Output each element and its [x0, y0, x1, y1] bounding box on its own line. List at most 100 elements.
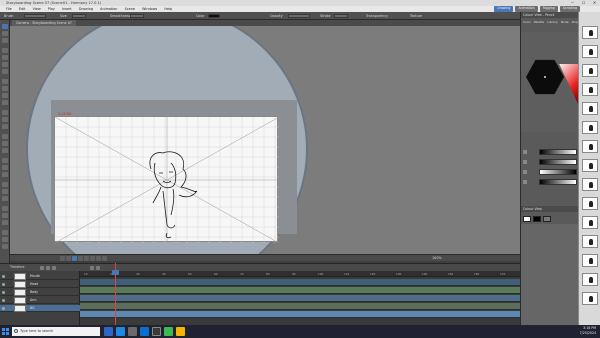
- tab-color[interactable]: Color: [523, 20, 531, 25]
- panel-thumbnail[interactable]: [582, 26, 598, 39]
- panel-thumbnail[interactable]: [582, 292, 598, 305]
- track-body[interactable]: [80, 295, 520, 302]
- chrome-icon[interactable]: [164, 327, 173, 336]
- file-explorer-icon[interactable]: [104, 327, 113, 336]
- playhead-handle[interactable]: [112, 270, 119, 275]
- track-bg[interactable]: [80, 311, 520, 318]
- mail-icon[interactable]: [140, 327, 149, 336]
- visibility-icon[interactable]: [2, 291, 5, 294]
- sound-icon[interactable]: [96, 256, 101, 261]
- swatch-white[interactable]: [523, 216, 531, 222]
- channel-gradient[interactable]: [539, 149, 577, 155]
- stroke-field[interactable]: [334, 14, 348, 18]
- green-channel-row[interactable]: [523, 158, 577, 166]
- first-frame-icon[interactable]: [60, 256, 65, 261]
- tab-node[interactable]: Node: [561, 20, 569, 25]
- channel-gradient[interactable]: [539, 169, 577, 175]
- bone-tool-icon[interactable]: [2, 182, 8, 187]
- size-field[interactable]: [72, 14, 86, 18]
- onion-skin-icon[interactable]: [2, 230, 8, 235]
- text-tool-icon[interactable]: [2, 69, 8, 74]
- visibility-icon[interactable]: [2, 307, 5, 310]
- timeline-tracks[interactable]: [80, 277, 520, 326]
- select-tool-icon[interactable]: [2, 24, 8, 29]
- red-channel-row[interactable]: [523, 148, 577, 156]
- rotate-view-icon[interactable]: [2, 172, 8, 177]
- deform-tool-icon[interactable]: [2, 196, 8, 201]
- track-mouth[interactable]: [80, 279, 520, 286]
- alpha-channel-row[interactable]: [523, 178, 577, 186]
- panel-thumbnail[interactable]: [582, 121, 598, 134]
- brush-tool-icon[interactable]: [2, 48, 8, 53]
- layer-row-mouth[interactable]: Mouth: [0, 273, 80, 280]
- light-table-icon[interactable]: [2, 237, 8, 242]
- panel-thumbnail[interactable]: [582, 254, 598, 267]
- grid-toggle-icon[interactable]: [2, 244, 8, 249]
- camera-tool-icon[interactable]: [2, 206, 8, 211]
- layer-properties-icon[interactable]: [52, 266, 56, 270]
- previous-frame-icon[interactable]: [66, 256, 71, 261]
- ik-tool-icon[interactable]: [2, 189, 8, 194]
- last-frame-icon[interactable]: [84, 256, 89, 261]
- morph-tool-icon[interactable]: [2, 148, 8, 153]
- swatch-gray[interactable]: [543, 216, 551, 222]
- opacity-field[interactable]: [288, 14, 310, 18]
- layer-row-head[interactable]: Head: [0, 281, 80, 288]
- panel-thumbnail[interactable]: [582, 45, 598, 58]
- smoothness-field[interactable]: [130, 14, 144, 18]
- timeline-tab[interactable]: Timeline: [10, 264, 24, 271]
- color-swatch[interactable]: [208, 14, 220, 18]
- layer-row-arm[interactable]: Arm: [0, 297, 80, 304]
- channel-gradient[interactable]: [539, 159, 577, 165]
- color-cursor[interactable]: [544, 76, 546, 78]
- panel-thumbnail[interactable]: [582, 235, 598, 248]
- delete-layer-icon[interactable]: [46, 266, 50, 270]
- track-head[interactable]: [80, 287, 520, 294]
- spline-tool-icon[interactable]: [2, 213, 8, 218]
- next-frame-icon[interactable]: [78, 256, 83, 261]
- eraser-tool-icon[interactable]: [2, 62, 8, 67]
- windows-start-icon[interactable]: [2, 328, 9, 335]
- store-icon[interactable]: [128, 327, 137, 336]
- brush-preset-dropdown[interactable]: [24, 14, 46, 18]
- paint-tool-icon[interactable]: [2, 110, 8, 115]
- panel-thumbnail[interactable]: [582, 140, 598, 153]
- line-tool-icon[interactable]: [2, 79, 8, 84]
- visibility-icon[interactable]: [2, 275, 5, 278]
- rectangle-tool-icon[interactable]: [2, 86, 8, 91]
- edge-icon[interactable]: [116, 327, 125, 336]
- transform-tool-icon[interactable]: [2, 134, 8, 139]
- dropper-tool-icon[interactable]: [2, 124, 8, 129]
- ellipse-tool-icon[interactable]: [2, 93, 8, 98]
- panel-thumbnail[interactable]: [582, 178, 598, 191]
- playback-start-icon[interactable]: [90, 266, 94, 270]
- panel-thumbnail[interactable]: [582, 216, 598, 229]
- harmony-icon[interactable]: [152, 327, 161, 336]
- panel-thumbnail[interactable]: [582, 273, 598, 286]
- folder-icon[interactable]: [176, 327, 185, 336]
- zoom-level[interactable]: 100%: [432, 256, 442, 261]
- ink-tool-icon[interactable]: [2, 117, 8, 122]
- tab-palette[interactable]: Palette: [534, 20, 544, 25]
- blue-channel-row[interactable]: [523, 168, 577, 176]
- panel-thumbnail[interactable]: [582, 159, 598, 172]
- channel-gradient[interactable]: [539, 179, 577, 185]
- play-icon[interactable]: [72, 256, 77, 261]
- visibility-icon[interactable]: [2, 283, 5, 286]
- layer-row-body[interactable]: Body: [0, 289, 80, 296]
- camera-view[interactable]: 1-12 fld: [10, 26, 520, 254]
- taskbar-search-input[interactable]: Type here to search: [12, 327, 100, 336]
- cutter-tool-icon[interactable]: [2, 38, 8, 43]
- add-layer-icon[interactable]: [40, 266, 44, 270]
- panel-thumbnail[interactable]: [582, 102, 598, 115]
- contour-editor-icon[interactable]: [2, 31, 8, 36]
- loop-icon[interactable]: [90, 256, 95, 261]
- panel-thumbnail[interactable]: [582, 197, 598, 210]
- hand-tool-icon[interactable]: [2, 165, 8, 170]
- playback-end-icon[interactable]: [96, 266, 100, 270]
- tab-library[interactable]: Library: [547, 20, 558, 25]
- rotate-tool-icon[interactable]: [2, 141, 8, 146]
- layer-row-bg[interactable]: BG: [0, 305, 80, 312]
- pivot-tool-icon[interactable]: [2, 220, 8, 225]
- track-arm[interactable]: [80, 303, 520, 310]
